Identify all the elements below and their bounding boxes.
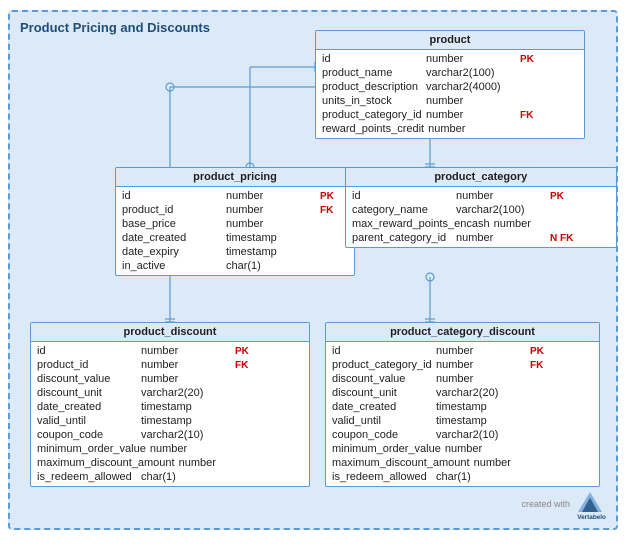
table-row: id number PK	[316, 52, 584, 66]
table-row: id number PK	[346, 189, 616, 203]
table-row: id number PK	[31, 344, 309, 358]
table-row: max_reward_points_encash number	[346, 217, 616, 231]
table-row: maximum_discount_amount number	[326, 456, 599, 470]
table-row: date_created timestamp	[116, 231, 354, 245]
product-table-body: id number PK product_name varchar2(100) …	[316, 50, 584, 138]
table-row: is_redeem_allowed char(1)	[31, 470, 309, 484]
table-row: coupon_code varchar2(10)	[31, 428, 309, 442]
product-category-discount-table-header: product_category_discount	[326, 323, 599, 342]
product-discount-table-body: id number PK product_id number FK discou…	[31, 342, 309, 486]
product-category-discount-table: product_category_discount id number PK p…	[325, 322, 600, 487]
product-table: product id number PK product_name varcha…	[315, 30, 585, 139]
table-row: units_in_stock number	[316, 94, 584, 108]
product-discount-table-header: product_discount	[31, 323, 309, 342]
svg-text:Vertabelo: Vertabelo	[577, 514, 606, 520]
table-row: maximum_discount_amount number	[31, 456, 309, 470]
product-pricing-table: product_pricing id number PK product_id …	[115, 167, 355, 276]
table-row: product_id number FK	[31, 358, 309, 372]
table-row: base_price number	[116, 217, 354, 231]
product-category-table-body: id number PK category_name varchar2(100)…	[346, 187, 616, 247]
table-row: id number PK	[326, 344, 599, 358]
product-pricing-table-body: id number PK product_id number FK base_p…	[116, 187, 354, 275]
table-row: product_name varchar2(100)	[316, 66, 584, 80]
table-row: in_active char(1)	[116, 259, 354, 273]
table-row: date_created timestamp	[31, 400, 309, 414]
table-row: date_expiry timestamp	[116, 245, 354, 259]
table-row: valid_until timestamp	[326, 414, 599, 428]
table-row: minimum_order_value number	[31, 442, 309, 456]
table-row: parent_category_id number N FK	[346, 231, 616, 245]
table-row: discount_unit varchar2(20)	[31, 386, 309, 400]
table-row: discount_value number	[31, 372, 309, 386]
table-row: valid_until timestamp	[31, 414, 309, 428]
table-row: category_name varchar2(100)	[346, 203, 616, 217]
table-row: product_description varchar2(4000)	[316, 80, 584, 94]
product-table-header: product	[316, 31, 584, 50]
table-row: is_redeem_allowed char(1)	[326, 470, 599, 484]
table-row: reward_points_credit number	[316, 122, 584, 136]
product-discount-table: product_discount id number PK product_id…	[30, 322, 310, 487]
diagram-title: Product Pricing and Discounts	[20, 20, 210, 35]
table-row: minimum_order_value number	[326, 442, 599, 456]
table-row: id number PK	[116, 189, 354, 203]
table-row: coupon_code varchar2(10)	[326, 428, 599, 442]
product-category-table: product_category id number PK category_n…	[345, 167, 617, 248]
table-row: discount_unit varchar2(20)	[326, 386, 599, 400]
vertabelo-logo-icon: Vertabelo	[574, 488, 606, 520]
product-pricing-table-header: product_pricing	[116, 168, 354, 187]
table-row: product_category_id number FK	[316, 108, 584, 122]
diagram-container: Product Pricing and Discounts	[8, 10, 618, 530]
table-row: discount_value number	[326, 372, 599, 386]
table-row: product_id number FK	[116, 203, 354, 217]
product-category-discount-table-body: id number PK product_category_id number …	[326, 342, 599, 486]
created-with-text: created with	[521, 499, 570, 510]
table-row: date_created timestamp	[326, 400, 599, 414]
product-category-table-header: product_category	[346, 168, 616, 187]
vertabelo-badge: created with Vertabelo	[521, 488, 606, 520]
table-row: product_category_id number FK	[326, 358, 599, 372]
